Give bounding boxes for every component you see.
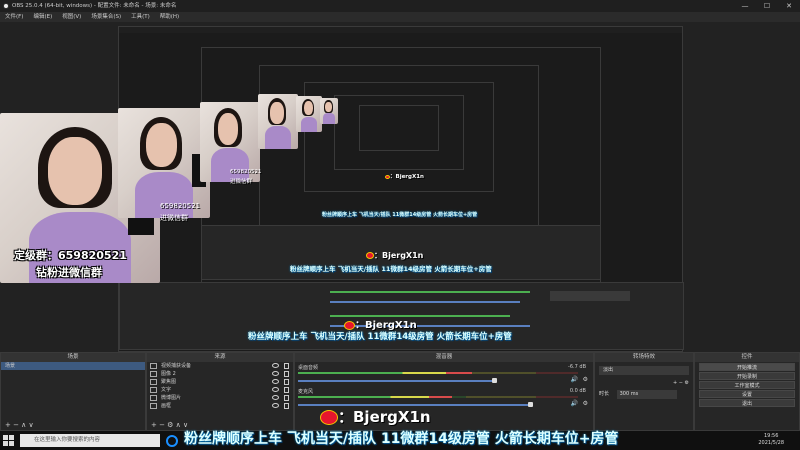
wechat-text-nested-1: 进微信群 — [160, 214, 188, 222]
image-icon — [150, 395, 157, 401]
scenes-title: 场景 — [1, 353, 145, 362]
transition-toolbar[interactable]: + − ⚙ — [599, 379, 689, 388]
marquee-nested-1: 粉丝牌顺序上车 飞机当天/插队 11微群14级房管 火箭长期车位+房管 — [248, 332, 512, 342]
menu-edit[interactable]: 编辑(E) — [28, 12, 57, 22]
level-meter — [298, 396, 452, 398]
lock-icon[interactable] — [284, 371, 289, 377]
title-bar: OBS 25.0.4 (64-bit, windows) - 配置文件: 未命名… — [0, 0, 800, 12]
nested-preview-6 — [359, 105, 439, 151]
channel-name: 桌面音频 — [298, 365, 319, 371]
weibo-icon — [320, 410, 338, 425]
settings-button[interactable]: 设置 — [699, 390, 795, 398]
mixer-channel-desktop: 桌面音频 -6.7 dB 🔊 ⚙ — [298, 364, 590, 386]
eye-icon[interactable] — [272, 403, 279, 408]
menu-help[interactable]: 帮助(H) — [155, 12, 184, 22]
camera-feed-nested-5 — [320, 98, 338, 124]
mixer-title: 混音器 — [295, 353, 593, 362]
volume-knob[interactable] — [492, 378, 497, 383]
camera-feed-nested-4 — [296, 96, 322, 132]
channel-name: 麦克风 — [298, 389, 314, 395]
source-item[interactable]: 图像 2 — [147, 370, 293, 378]
exit-button[interactable]: 退出 — [699, 399, 795, 407]
menu-bar: 文件(F) 编辑(E) 视图(V) 场景集合(S) 工具(T) 帮助(H) — [0, 12, 800, 22]
menu-file[interactable]: 文件(F) — [0, 12, 28, 22]
source-item[interactable]: 聚焦图 — [147, 378, 293, 386]
source-item[interactable]: 画框 — [147, 402, 293, 410]
window-title: OBS 25.0.4 (64-bit, windows) - 配置文件: 未命名… — [12, 3, 177, 9]
group-number-text: 定级群：659820521 — [14, 249, 127, 262]
speaker-icon[interactable]: 🔊 — [571, 400, 578, 407]
menu-scene-collection[interactable]: 场景集合(S) — [86, 12, 126, 22]
eye-icon[interactable] — [272, 371, 279, 376]
lock-icon[interactable] — [284, 387, 289, 393]
menu-tools[interactable]: 工具(T) — [126, 12, 155, 22]
speaker-icon[interactable]: 🔊 — [571, 376, 578, 383]
taskbar-clock[interactable]: 19:56 2021/5/28 — [758, 433, 784, 447]
eye-icon[interactable] — [272, 387, 279, 392]
minimize-button[interactable]: — — [734, 0, 756, 12]
controls-title: 控件 — [695, 353, 799, 362]
sources-title: 来源 — [147, 353, 293, 362]
transition-select[interactable]: 淡出 — [599, 366, 689, 375]
scenes-toolbar[interactable]: + − ∧ ∨ — [1, 420, 145, 430]
wechat-text-nested-2: 进微信群 — [230, 179, 253, 185]
volume-knob[interactable] — [528, 402, 533, 407]
weibo-icon — [344, 320, 355, 330]
lock-icon[interactable] — [284, 379, 289, 385]
obs-icon — [3, 3, 9, 9]
group-number-nested-2: 659820521 — [230, 169, 262, 175]
weibo-tag-nested-3: ：BjergX1n — [385, 172, 424, 180]
scenes-dock: 场景 场景 + − ∧ ∨ — [0, 352, 146, 431]
image-icon — [150, 371, 157, 377]
weibo-tag-nested-2: ：BjergX1n — [366, 250, 423, 261]
source-item[interactable]: 视频捕获设备 — [147, 362, 293, 370]
start-recording-button[interactable]: 开始录制 — [699, 372, 795, 380]
transitions-title: 转场特效 — [595, 353, 693, 362]
marquee-main: 粉丝牌顺序上车 飞机当天/插队 11微群14级房管 火箭长期车位+房管 — [184, 431, 619, 447]
marquee-nested-3: 粉丝牌顺序上车 飞机当天/插队 11微群14级房管 火箭长期车位+房管 — [322, 212, 478, 218]
marquee-nested-2: 粉丝牌顺序上车 飞机当天/插队 11微群14级房管 火箭长期车位+房管 — [290, 265, 492, 273]
close-button[interactable]: ✕ — [778, 0, 800, 12]
duration-input[interactable]: 300 ms — [616, 390, 677, 399]
scene-item[interactable]: 场景 — [1, 362, 145, 370]
eye-icon[interactable] — [272, 395, 279, 400]
lock-icon[interactable] — [284, 403, 289, 409]
source-item[interactable]: 微博图片 — [147, 394, 293, 402]
gear-icon[interactable]: ⚙ — [583, 400, 588, 407]
start-streaming-button[interactable]: 开始推流 — [699, 363, 795, 371]
weibo-tag-main: ：BjergX1n — [320, 406, 431, 427]
volume-slider[interactable] — [298, 380, 494, 382]
eye-icon[interactable] — [272, 379, 279, 384]
controls-dock: 控件 开始推流 开始录制 工作室模式 设置 退出 — [694, 352, 800, 431]
channel-db: -6.7 dB — [568, 364, 586, 370]
camera-feed-nested-3 — [258, 94, 298, 149]
lock-icon[interactable] — [284, 363, 289, 369]
studio-mode-button[interactable]: 工作室模式 — [699, 381, 795, 389]
level-meter — [298, 372, 472, 374]
edge-icon[interactable] — [166, 435, 178, 447]
weibo-icon — [366, 252, 374, 259]
duration-label: 时长 — [599, 391, 610, 397]
lock-icon[interactable] — [284, 395, 289, 401]
weibo-tag-nested-1: ：BjergX1n — [344, 316, 417, 331]
obs-window: OBS 25.0.4 (64-bit, windows) - 配置文件: 未命名… — [0, 0, 800, 450]
group-number-nested-1: 659820521 — [160, 202, 201, 210]
text-icon — [150, 379, 157, 385]
transitions-dock: 转场特效 淡出 + − ⚙ 时长 300 ms — [594, 352, 694, 431]
text-icon — [150, 387, 157, 393]
maximize-button[interactable]: ☐ — [756, 0, 778, 12]
eye-icon[interactable] — [272, 363, 279, 368]
preview-canvas[interactable]: 定级群：659820521 钻粉进微信群 659820521 进微信群 6598… — [0, 22, 800, 352]
gear-icon[interactable]: ⚙ — [583, 376, 588, 383]
menu-view[interactable]: 视图(V) — [57, 12, 86, 22]
channel-db: 0.0 dB — [569, 388, 586, 394]
taskbar-search-input[interactable]: 在这里输入你要搜索的内容 — [20, 434, 160, 447]
sources-dock: 来源 视频捕获设备 图像 2 聚焦图 文字 微博图片 画框 + − ⚙ ∧ ∨ — [146, 352, 294, 431]
windows-start-button[interactable] — [3, 435, 14, 446]
camera-icon — [150, 363, 157, 369]
image-icon — [150, 403, 157, 409]
join-wechat-text: 钻粉进微信群 — [36, 266, 102, 279]
source-item[interactable]: 文字 — [147, 386, 293, 394]
